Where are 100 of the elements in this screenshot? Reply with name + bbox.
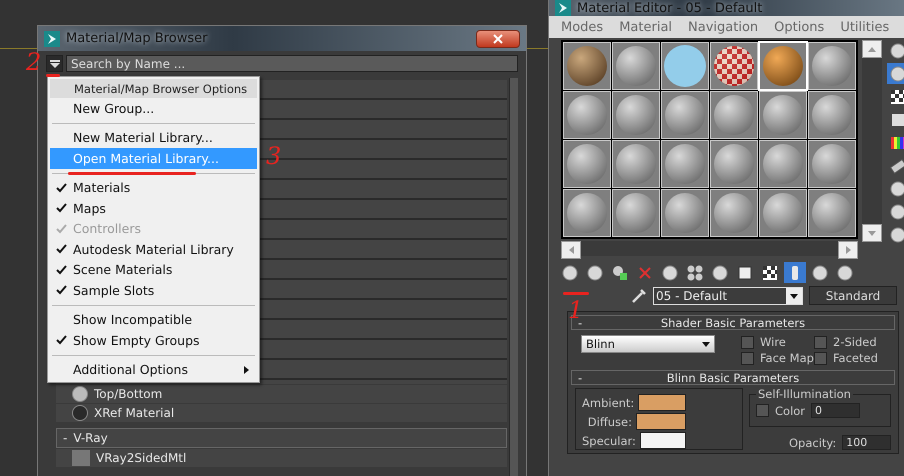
sphere-icon (661, 264, 679, 282)
color-label: Diffuse: (588, 414, 632, 428)
group-header[interactable]: - V-Ray (56, 428, 507, 448)
menu-item[interactable]: Sample Slots (50, 280, 257, 300)
search-field[interactable]: Search by Name ... (66, 55, 518, 72)
checkmark-icon (56, 203, 67, 214)
checkmark-icon (56, 244, 67, 254)
menu-item[interactable]: Scene Materials (50, 260, 257, 280)
sample-slot[interactable] (710, 42, 758, 90)
sphere-icon (586, 264, 604, 282)
sphere-icon (761, 191, 805, 235)
spheres-icon (686, 264, 704, 282)
menu-item[interactable]: Options (774, 20, 824, 34)
sample-slot[interactable] (563, 42, 611, 90)
checkbox[interactable]: Wire (741, 335, 814, 349)
sphere-icon (810, 191, 854, 235)
checkbox[interactable]: Color 0 (756, 403, 884, 418)
list-item[interactable]: Top/Bottom (56, 385, 507, 403)
sample-slot[interactable] (563, 140, 611, 188)
menu-item[interactable]: Modes (561, 20, 604, 34)
menu-item[interactable]: Autodesk Material Library (50, 239, 257, 260)
group-toggle[interactable]: - (63, 431, 68, 445)
sample-slot[interactable] (563, 189, 611, 237)
sphere-icon (711, 264, 729, 282)
menu-item[interactable]: Show Empty Groups (50, 330, 257, 350)
list-item[interactable]: VRay2SidedMtl (56, 449, 507, 467)
sphere-icon (565, 142, 609, 186)
app-logo-icon (44, 30, 60, 46)
sphere-icon (761, 44, 805, 88)
checker-icon (889, 88, 904, 106)
spinner-field[interactable]: 100 (842, 435, 892, 450)
menu-item[interactable]: Materials (50, 178, 257, 198)
scroll-down-button[interactable] (862, 224, 882, 242)
sample-slot[interactable] (612, 91, 660, 139)
scroll-up-button[interactable] (862, 40, 882, 58)
close-button[interactable] (476, 30, 520, 48)
checkbox[interactable]: Faceted (814, 351, 887, 365)
checkbox[interactable]: Face Map (741, 351, 814, 365)
list-item[interactable]: XRef Material (56, 404, 507, 422)
scrollbar[interactable] (509, 78, 518, 476)
sample-slot[interactable] (808, 91, 856, 139)
annotation-number: 2 (26, 50, 42, 74)
window-title: Material/Map Browser (66, 31, 208, 46)
sample-slot[interactable] (612, 189, 660, 237)
color-swatch[interactable] (638, 394, 686, 411)
menu-item[interactable]: Additional Options (50, 360, 257, 380)
color-label: Ambient: (582, 396, 634, 410)
color-swatch[interactable] (636, 413, 686, 430)
app-logo-icon (555, 0, 571, 16)
vertical-scrollbar[interactable] (862, 40, 882, 242)
options-dropdown-button[interactable] (46, 55, 63, 72)
sample-slot[interactable] (612, 140, 660, 188)
sphere-icon (761, 142, 805, 186)
sample-slot[interactable] (808, 140, 856, 188)
eyedropper-icon[interactable] (631, 288, 647, 304)
sphere-icon (614, 44, 658, 88)
sample-slot[interactable] (661, 189, 709, 237)
sample-slot[interactable] (759, 140, 807, 188)
rollout-header[interactable]: - Blinn Basic Parameters (571, 370, 895, 385)
sample-slot[interactable] (808, 42, 856, 90)
sphere-icon (810, 93, 854, 137)
menu-item[interactable]: Material (619, 20, 672, 34)
horizontal-scrollbar[interactable] (561, 241, 858, 256)
material-type-button[interactable]: Standard (809, 286, 897, 305)
group-label: V-Ray (73, 431, 108, 445)
checkmark-icon (56, 182, 67, 193)
caret-icon (702, 342, 710, 346)
down-arrow-icon (868, 230, 876, 236)
sample-slot[interactable] (710, 189, 758, 237)
sphere-icon (614, 93, 658, 137)
menu-item[interactable]: Utilities (840, 20, 890, 34)
sample-slot[interactable] (661, 91, 709, 139)
annotation-underline (46, 74, 60, 77)
checkbox[interactable]: 2-Sided (814, 335, 887, 349)
sphere-icon (810, 44, 854, 88)
material-name-field[interactable]: 05 - Default (653, 286, 803, 304)
shader-dropdown[interactable]: Blinn (581, 335, 715, 353)
sample-slot[interactable] (808, 189, 856, 237)
sphere-icon (663, 142, 707, 186)
sample-slot[interactable] (661, 140, 709, 188)
menu-item[interactable]: New Material Library... (50, 128, 257, 148)
sample-slot[interactable] (612, 42, 660, 90)
spinner-field[interactable]: 0 (811, 403, 860, 418)
copy-icon (611, 264, 629, 282)
menu-item[interactable]: Navigation (688, 20, 758, 34)
sphere-icon (712, 142, 756, 186)
menu-item[interactable]: New Group... (50, 98, 257, 118)
color-swatch[interactable] (640, 432, 686, 449)
menu-header: Material/Map Browser Options (50, 79, 257, 98)
sphere-icon (72, 405, 88, 421)
sample-slot[interactable] (710, 91, 758, 139)
menu-item[interactable]: Maps (50, 198, 257, 218)
sample-slot[interactable] (563, 91, 611, 139)
checkmark-icon (56, 264, 67, 275)
caret-icon (50, 60, 60, 68)
sample-slot[interactable] (759, 91, 807, 139)
menu-item[interactable]: Show Incompatible (50, 310, 257, 330)
sample-slot[interactable] (710, 140, 758, 188)
sphere-icon (712, 191, 756, 235)
sample-slot[interactable] (759, 189, 807, 237)
